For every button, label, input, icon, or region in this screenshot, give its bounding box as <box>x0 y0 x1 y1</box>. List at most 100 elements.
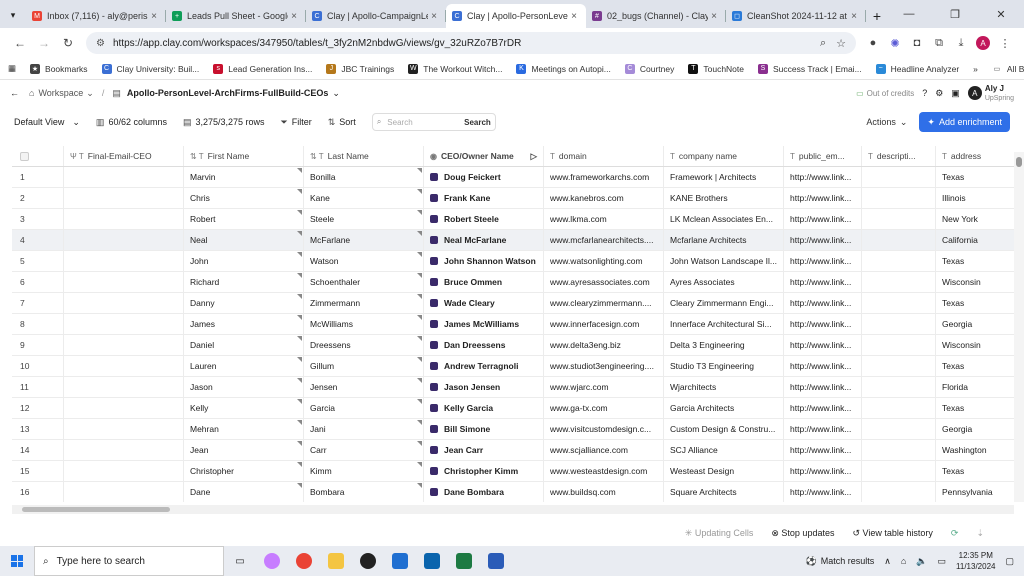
table-cell-ceo[interactable]: Neal McFarlane <box>424 230 544 250</box>
table-cell-address[interactable]: Wisconsin <box>936 272 1014 292</box>
browser-menu-icon[interactable]: ⋮ <box>994 32 1016 54</box>
table-cell-desc[interactable] <box>862 209 936 229</box>
table-cell-public[interactable]: http://www.link... <box>784 251 862 271</box>
table-cell-public[interactable]: http://www.link... <box>784 209 862 229</box>
tab-search-icon[interactable]: ▾ <box>4 5 22 25</box>
table-cell-email[interactable] <box>64 230 184 250</box>
columns-button[interactable]: ▥ 60/62 columns <box>96 117 167 128</box>
back-icon[interactable]: ← <box>8 31 32 55</box>
browser-tab[interactable]: C Clay | Apollo-PersonLevel- × <box>446 4 586 28</box>
table-cell-domain[interactable]: www.scjalliance.com <box>544 440 664 460</box>
reload-icon[interactable]: ↻ <box>56 31 80 55</box>
browser-tab[interactable]: M Inbox (7,116) - aly@perissi × <box>26 4 166 28</box>
close-tab-icon[interactable]: × <box>568 11 580 22</box>
apps-grid-icon[interactable]: ▦ <box>8 63 16 74</box>
bookmark-item[interactable]: C Courtney <box>624 63 674 74</box>
settings-icon[interactable]: ⚙ <box>935 88 943 99</box>
bookmark-star-icon[interactable]: ☆ <box>836 37 846 50</box>
view-selector[interactable]: Default View ⌄ <box>14 117 80 128</box>
table-cell-first[interactable]: Kelly <box>184 398 304 418</box>
table-cell-last[interactable]: Jani <box>304 419 424 439</box>
checkbox[interactable] <box>20 151 29 161</box>
table-cell-last[interactable]: Watson <box>304 251 424 271</box>
table-cell-email[interactable] <box>64 356 184 376</box>
scroll-thumb[interactable] <box>22 507 170 512</box>
table-cell-last[interactable]: Bonilla <box>304 167 424 187</box>
table-row[interactable]: 11 Jason Jensen Jason Jensen www.wjarc.com Wj… <box>12 377 1014 398</box>
vertical-scrollbar[interactable] <box>1014 152 1024 502</box>
table-cell-address[interactable]: Texas <box>936 167 1014 187</box>
table-cell-first[interactable]: Danny <box>184 293 304 313</box>
table-cell-address[interactable]: Texas <box>936 461 1014 481</box>
table-cell-email[interactable] <box>64 398 184 418</box>
table-cell-domain[interactable]: www.frameworkarchs.com <box>544 167 664 187</box>
excel-icon[interactable] <box>448 546 480 576</box>
table-cell-email[interactable] <box>64 272 184 292</box>
download-icon[interactable]: ⤓ <box>950 32 972 54</box>
table-cell-last[interactable]: Bombara <box>304 482 424 502</box>
table-cell-email[interactable] <box>64 461 184 481</box>
table-cell-first[interactable]: Richard <box>184 272 304 292</box>
table-cell-company[interactable]: John Watson Landscape Il... <box>664 251 784 271</box>
table-cell-ceo[interactable]: Christopher Kimm <box>424 461 544 481</box>
table-cell-email[interactable] <box>64 167 184 187</box>
bookmark-item[interactable]: T TouchNote <box>688 63 744 74</box>
table-cell-company[interactable]: Square Architects <box>664 482 784 502</box>
table-cell-company[interactable]: Mcfarlane Architects <box>664 230 784 250</box>
table-cell-public[interactable]: http://www.link... <box>784 272 862 292</box>
table-cell-last[interactable]: Steele <box>304 209 424 229</box>
task-view-icon[interactable]: ▭ <box>224 546 256 576</box>
table-row[interactable]: 1 Marvin Bonilla Doug Feickert www.framework… <box>12 167 1014 188</box>
bookmark-item[interactable]: J JBC Trainings <box>326 63 394 74</box>
table-cell-ceo[interactable]: Kelly Garcia <box>424 398 544 418</box>
table-cell-first[interactable]: James <box>184 314 304 334</box>
site-info-icon[interactable]: ⚙ <box>96 38 105 49</box>
search-button[interactable]: Search <box>464 118 491 127</box>
table-cell-first[interactable]: Neal <box>184 230 304 250</box>
table-row[interactable]: 16 Dane Bombara Dane Bombara www.buildsq.com… <box>12 482 1014 502</box>
table-cell-ceo[interactable]: Jean Carr <box>424 440 544 460</box>
column-header[interactable]: ⇅ T First Name <box>184 146 304 166</box>
table-cell-address[interactable]: Florida <box>936 377 1014 397</box>
table-cell-desc[interactable] <box>862 272 936 292</box>
table-cell-company[interactable]: LK Mclean Associates En... <box>664 209 784 229</box>
close-tab-icon[interactable]: × <box>428 11 440 22</box>
table-cell-company[interactable]: SCJ Alliance <box>664 440 784 460</box>
table-cell-desc[interactable] <box>862 440 936 460</box>
taskbar-search[interactable]: ⌕ Type here to search <box>34 546 224 576</box>
table-row[interactable]: 3 Robert Steele Robert Steele www.lkma.com LK… <box>12 209 1014 230</box>
table-cell-public[interactable]: http://www.link... <box>784 356 862 376</box>
table-cell-domain[interactable]: www.innerfacesign.com <box>544 314 664 334</box>
restore-icon[interactable]: ❐ <box>932 0 978 28</box>
table-cell-public[interactable]: http://www.link... <box>784 398 862 418</box>
browser-tab[interactable]: #02_bugs (Channel) - Clay - × <box>586 4 726 28</box>
table-row[interactable]: 9 Daniel Dreessens Dan Dreessens www.delta3e… <box>12 335 1014 356</box>
table-cell-first[interactable]: Chris <box>184 188 304 208</box>
back-arrow-icon[interactable]: ← <box>10 88 19 98</box>
close-tab-icon[interactable]: × <box>848 11 860 22</box>
table-cell-address[interactable]: Texas <box>936 293 1014 313</box>
view-table-history-button[interactable]: ↺ View table history <box>852 528 932 539</box>
table-cell-last[interactable]: Kimm <box>304 461 424 481</box>
browser-tab[interactable]: ◻ CleanShot 2024-11-12 at × <box>726 4 866 28</box>
close-tab-icon[interactable]: × <box>288 11 300 22</box>
network-icon[interactable]: ⌂ <box>901 556 906 566</box>
table-cell-last[interactable]: Gillum <box>304 356 424 376</box>
clock[interactable]: 12:35 PM 11/13/2024 <box>956 550 995 572</box>
mail-icon[interactable] <box>416 546 448 576</box>
notifications-icon[interactable]: ▢ <box>1005 556 1014 567</box>
scroll-thumb[interactable] <box>1016 157 1022 167</box>
table-cell-ceo[interactable]: Doug Feickert <box>424 167 544 187</box>
table-row[interactable]: 7 Danny Zimmermann Wade Cleary www.clearyzim… <box>12 293 1014 314</box>
table-cell-ceo[interactable]: Bill Simone <box>424 419 544 439</box>
table-cell-address[interactable]: Pennsylvania <box>936 482 1014 502</box>
bookmark-item[interactable]: ★ Bookmarks <box>30 63 88 74</box>
table-cell-domain[interactable]: www.westeastdesign.com <box>544 461 664 481</box>
table-cell-domain[interactable]: www.watsonlighting.com <box>544 251 664 271</box>
table-cell-company[interactable]: Delta 3 Engineering <box>664 335 784 355</box>
table-cell-ceo[interactable]: Dan Dreessens <box>424 335 544 355</box>
table-cell-public[interactable]: http://www.link... <box>784 440 862 460</box>
add-enrichment-button[interactable]: ✦ Add enrichment <box>919 112 1010 132</box>
actions-button[interactable]: Actions ⌄ <box>860 112 913 132</box>
table-cell-desc[interactable] <box>862 419 936 439</box>
